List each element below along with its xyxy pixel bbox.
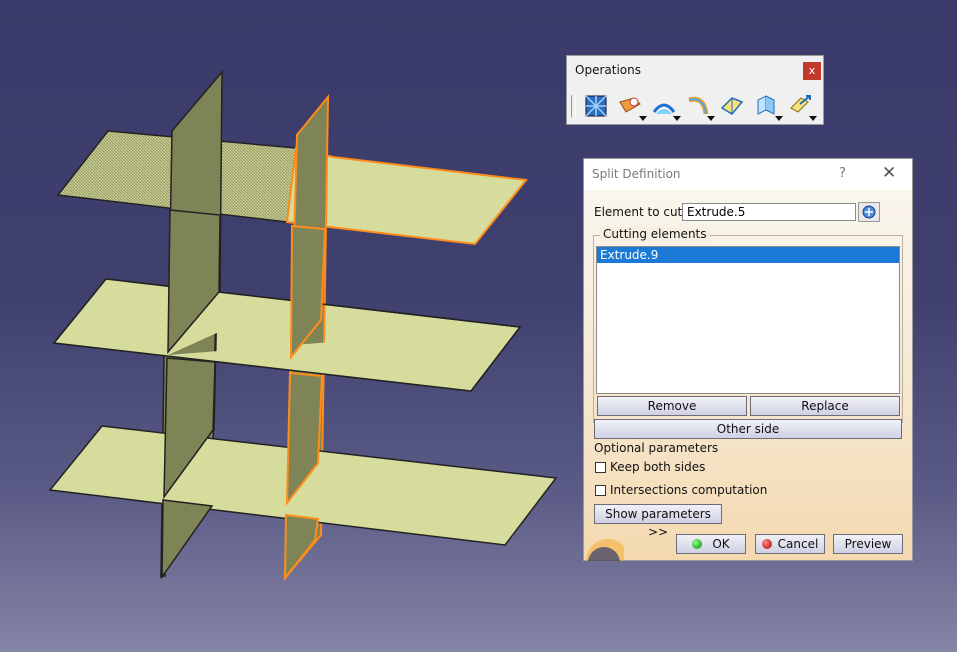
cancel-indicator-icon xyxy=(761,539,772,549)
catia-logo-icon xyxy=(586,539,624,561)
ok-button[interactable]: OK xyxy=(676,534,746,554)
other-side-button[interactable]: Other side xyxy=(594,419,902,439)
chevron-down-icon[interactable] xyxy=(673,116,681,121)
chevron-down-icon[interactable] xyxy=(639,116,647,121)
intersections-label: Intersections computation xyxy=(610,483,768,497)
ok-indicator-icon xyxy=(692,539,703,549)
disassemble-icon xyxy=(720,97,744,115)
cutting-elements-list[interactable]: Extrude.9 xyxy=(596,246,900,394)
disassemble-tool[interactable] xyxy=(718,91,748,121)
curve-smooth-tool[interactable] xyxy=(650,91,681,121)
help-button[interactable]: ? xyxy=(839,166,846,181)
untrim-tool[interactable] xyxy=(684,91,715,121)
translate-icon xyxy=(790,95,811,113)
chevron-down-icon[interactable] xyxy=(809,116,817,121)
split-definition-dialog: Split Definition ? ✕ Element to cut: Ext… xyxy=(583,158,913,561)
element-selector-button[interactable] xyxy=(858,202,880,222)
vertical-plane-right-base xyxy=(283,513,320,581)
toolbar-title: Operations xyxy=(575,63,641,77)
healing-icon xyxy=(619,97,641,113)
toolbar-grip[interactable] xyxy=(571,95,576,117)
join-icon xyxy=(585,95,607,117)
join-tool[interactable] xyxy=(582,91,612,121)
vertical-plane-left-base xyxy=(161,499,214,580)
dialog-titlebar[interactable]: Split Definition ? ✕ xyxy=(584,159,912,190)
show-parameters-button[interactable]: Show parameters >> xyxy=(594,504,722,539)
element-to-cut-label: Element to cut: xyxy=(594,205,687,219)
keep-both-sides-checkbox[interactable] xyxy=(595,462,606,473)
cutting-elements-label: Cutting elements xyxy=(600,227,710,241)
preview-button[interactable]: Preview xyxy=(833,534,903,554)
toolbar-tools xyxy=(571,90,821,122)
intersections-checkbox[interactable] xyxy=(595,485,606,496)
cancel-label: Cancel xyxy=(777,537,819,551)
ok-label: OK xyxy=(712,537,730,551)
operations-toolbar: Operations x xyxy=(566,55,824,125)
remove-button[interactable]: Remove xyxy=(597,396,747,416)
toolbar-close-button[interactable]: x xyxy=(803,62,821,80)
cancel-button[interactable]: Cancel xyxy=(755,534,825,554)
cutting-elements-group: Cutting elements Extrude.9 Remove Replac… xyxy=(593,227,903,423)
split-tool[interactable] xyxy=(752,91,783,121)
list-item[interactable]: Extrude.9 xyxy=(597,247,899,263)
chevron-down-icon[interactable] xyxy=(775,116,783,121)
replace-button[interactable]: Replace xyxy=(750,396,900,416)
optional-parameters-label: Optional parameters xyxy=(594,441,719,455)
healing-tool[interactable] xyxy=(616,91,647,121)
untrim-icon xyxy=(688,96,709,115)
close-icon[interactable]: ✕ xyxy=(882,163,896,183)
keep-both-sides-label: Keep both sides xyxy=(610,460,706,474)
split-icon xyxy=(757,95,775,115)
translate-tool[interactable] xyxy=(786,91,817,121)
dialog-title: Split Definition xyxy=(592,167,681,181)
selection-icon xyxy=(862,205,876,219)
chevron-down-icon[interactable] xyxy=(707,116,715,121)
curve-smooth-icon xyxy=(652,103,676,114)
element-to-cut-field[interactable]: Extrude.5 xyxy=(682,203,856,221)
